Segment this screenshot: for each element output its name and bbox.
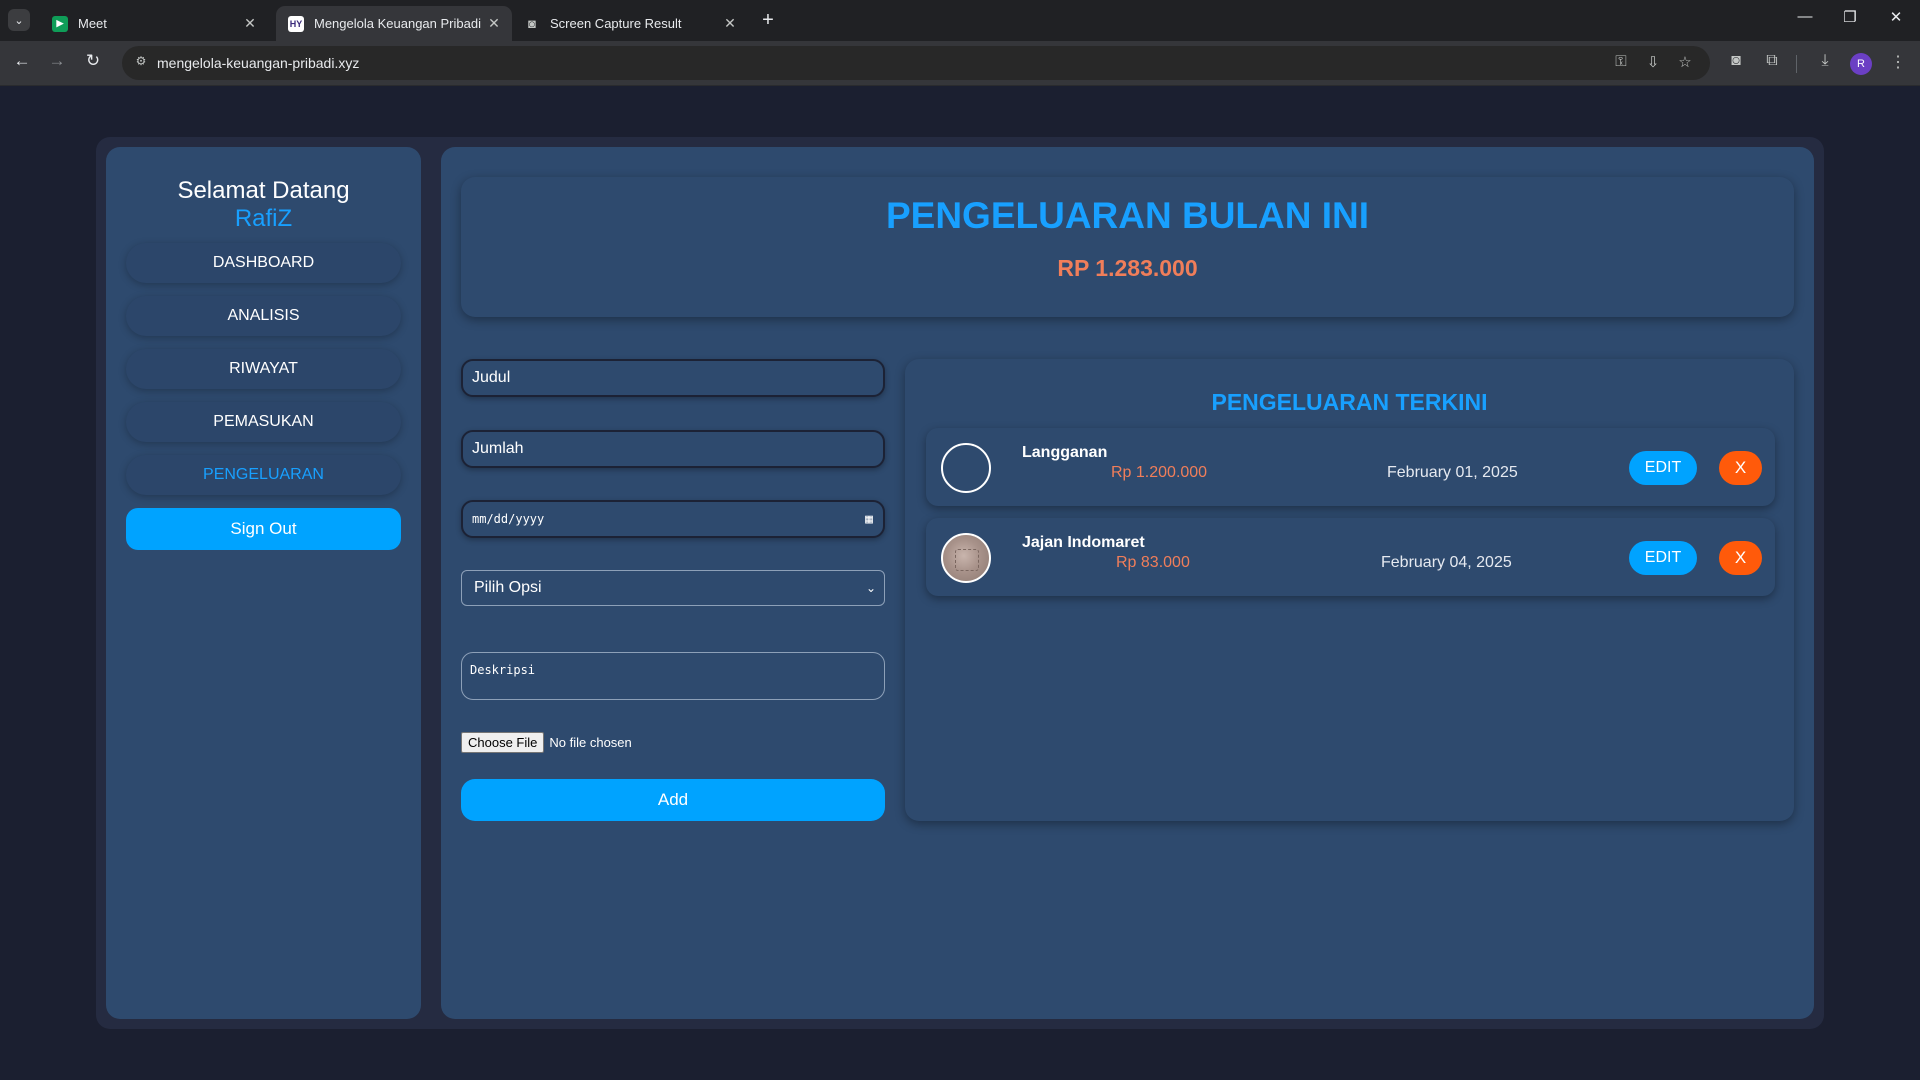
expense-date: February 04, 2025 (1381, 554, 1512, 571)
sidebar-item-riwayat[interactable]: RIWAYAT (126, 349, 401, 389)
file-status: No file chosen (549, 735, 632, 750)
toolbar-divider (1796, 55, 1797, 73)
expense-name: Jajan Indomaret (1022, 534, 1145, 551)
profile-avatar[interactable]: R (1850, 53, 1872, 75)
sign-out-button[interactable]: Sign Out (126, 508, 401, 550)
camera-icon: ◙ (528, 16, 536, 31)
category-select[interactable]: Pilih Opsi ⌄ (461, 570, 885, 606)
monthly-summary-card: PENGELUARAN BULAN INI RP 1.283.000 (461, 177, 1794, 317)
site-info-icon[interactable]: ⚙ (132, 54, 150, 72)
site-logo-icon: HY (288, 15, 304, 32)
choose-file-button[interactable]: Choose File (461, 732, 545, 753)
forward-icon[interactable]: → (45, 51, 69, 71)
reload-icon[interactable]: ↻ (81, 51, 105, 71)
extensions-icon[interactable]: ⧉ (1760, 52, 1784, 70)
tab-title: Screen Capture Result (550, 16, 682, 31)
tab-close-icon[interactable]: ✕ (240, 15, 260, 32)
password-key-icon[interactable]: ⚿ (1610, 53, 1632, 70)
sidebar-item-pengeluaran[interactable]: PENGELUARAN (126, 455, 401, 495)
minimize-icon[interactable]: — (1790, 8, 1820, 25)
expense-amount: Rp 83.000 (1116, 554, 1190, 571)
restore-icon[interactable]: ❐ (1835, 8, 1865, 26)
add-button[interactable]: Add (461, 779, 885, 821)
list-item: Langganan Rp 1.200.000 February 01, 2025… (926, 428, 1775, 506)
main-panel: PENGELUARAN BULAN INI RP 1.283.000 Judul… (441, 147, 1814, 1019)
sidebar-item-dashboard[interactable]: DASHBOARD (126, 243, 401, 283)
description-textarea[interactable]: Deskripsi (461, 652, 885, 700)
tab-title: Meet (78, 16, 107, 31)
tab-close-icon[interactable]: ✕ (720, 15, 740, 32)
back-icon[interactable]: ← (10, 51, 34, 71)
list-item: Jajan Indomaret Rp 83.000 February 04, 2… (926, 518, 1775, 596)
sidebar-item-analisis[interactable]: ANALISIS (126, 296, 401, 336)
browser-toolbar: ← → ↻ ⚙ mengelola-keuangan-pribadi.xyz ⚿… (0, 41, 1920, 86)
new-tab-button[interactable]: + (756, 9, 780, 32)
downloads-icon[interactable]: ⤓ (1813, 52, 1837, 70)
file-upload: Choose File No file chosen (461, 732, 632, 753)
username: RafiZ (234, 205, 293, 232)
select-value: Pilih Opsi (474, 579, 542, 596)
expense-date: February 01, 2025 (1387, 464, 1518, 481)
bookmark-star-icon[interactable]: ☆ (1674, 53, 1696, 71)
url-text[interactable]: mengelola-keuangan-pribadi.xyz (157, 55, 359, 71)
sidebar-item-pemasukan[interactable]: PEMASUKAN (126, 402, 401, 442)
recent-expenses-panel: PENGELUARAN TERKINI Langganan Rp 1.200.0… (905, 359, 1794, 821)
summary-amount: RP 1.283.000 (1057, 255, 1198, 281)
expense-image (941, 443, 991, 493)
tab-meet[interactable]: ▶ Meet ✕ (40, 6, 268, 41)
app-container: Selamat Datang RafiZ DASHBOARD ANALISIS … (96, 137, 1824, 1029)
tab-search-button[interactable]: ⌄ (8, 9, 30, 31)
delete-button[interactable]: X (1719, 451, 1762, 485)
screen-capture-icon[interactable]: ◙ (1724, 52, 1748, 70)
expense-name: Langganan (1022, 444, 1108, 461)
delete-button[interactable]: X (1719, 541, 1762, 575)
menu-kebab-icon[interactable]: ⋮ (1886, 52, 1910, 72)
chevron-down-icon: ⌄ (865, 581, 876, 595)
browser-tab-strip: ⌄ ▶ Meet ✕ HY Mengelola Keuangan Pribadi… (0, 0, 1920, 41)
sidebar: Selamat Datang RafiZ DASHBOARD ANALISIS … (106, 147, 421, 1019)
address-bar[interactable]: ⚙ mengelola-keuangan-pribadi.xyz ⚿ ⇩ ☆ (122, 46, 1710, 80)
amount-input[interactable]: Jumlah (461, 430, 885, 468)
title-input[interactable]: Judul (461, 359, 885, 397)
date-placeholder: mm/dd/yyyy (472, 512, 545, 526)
summary-title: PENGELUARAN BULAN INI (885, 195, 1370, 236)
expense-amount: Rp 1.200.000 (1111, 464, 1208, 481)
meet-icon: ▶ (52, 15, 68, 32)
tab-close-icon[interactable]: ✕ (484, 15, 504, 32)
close-window-icon[interactable]: ✕ (1881, 8, 1911, 26)
tab-screen-capture[interactable]: ◙ Screen Capture Result ✕ (512, 6, 748, 41)
calendar-icon[interactable]: ▦ (865, 512, 873, 527)
expense-image (941, 533, 991, 583)
date-input[interactable]: mm/dd/yyyy ▦ (461, 500, 885, 538)
recent-title: PENGELUARAN TERKINI (1211, 389, 1488, 415)
welcome-text: Selamat Datang (177, 177, 350, 204)
install-app-icon[interactable]: ⇩ (1642, 53, 1664, 71)
tab-keuangan[interactable]: HY Mengelola Keuangan Pribadi ✕ (276, 6, 512, 41)
tab-title: Mengelola Keuangan Pribadi (314, 16, 481, 31)
edit-button[interactable]: EDIT (1629, 451, 1697, 485)
edit-button[interactable]: EDIT (1629, 541, 1697, 575)
